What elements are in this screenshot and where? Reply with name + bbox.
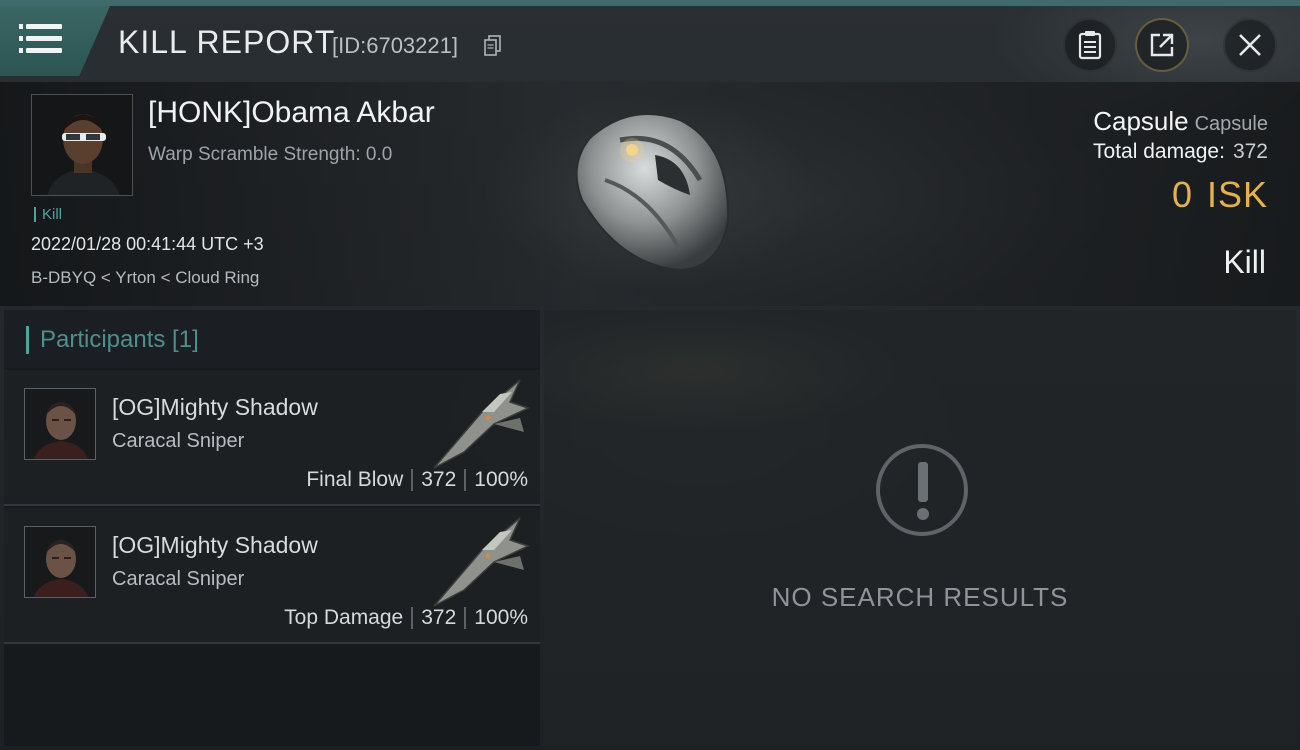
- menu-button[interactable]: [0, 6, 110, 76]
- caracal-ship-image: [433, 379, 531, 469]
- participant-avatar[interactable]: [24, 526, 96, 598]
- participant-role: Top Damage: [284, 606, 404, 629]
- ship-name: Capsule: [1093, 106, 1189, 136]
- share-icon: [1150, 33, 1174, 57]
- caracal-ship-image: [433, 517, 531, 607]
- participants-accent-bar: [26, 326, 29, 354]
- isk-value: 0 ISK: [1172, 174, 1268, 216]
- participant-percent: 100%: [474, 468, 528, 491]
- participant-ship: Caracal Sniper: [112, 568, 245, 590]
- participants-title: Participants [1]: [40, 326, 199, 353]
- victim-name[interactable]: [HONK]Obama Akbar: [148, 96, 435, 130]
- participant-avatar[interactable]: [24, 388, 96, 460]
- ship-class: Capsule: [1194, 113, 1268, 135]
- total-damage-value: 372: [1232, 140, 1268, 163]
- participants-panel: Participants [1] [OG]Mighty Shadow Carac…: [4, 310, 540, 746]
- page-title: KILL REPORT: [118, 24, 336, 60]
- isk-unit: ISK: [1206, 174, 1268, 215]
- participant-name: [OG]Mighty Shadow: [112, 532, 318, 558]
- stats-divider: [411, 607, 414, 630]
- top-accent-line: [0, 0, 1300, 6]
- total-damage: Total damage: 372: [1093, 140, 1268, 164]
- close-button[interactable]: [1223, 18, 1277, 72]
- participant-row[interactable]: [OG]Mighty Shadow Caracal Sniper Top Dam…: [4, 508, 540, 644]
- copy-icon[interactable]: [484, 35, 502, 57]
- capsule-ship-image: [575, 113, 730, 272]
- stats-divider: [464, 607, 467, 630]
- isk-amount: 0: [1171, 174, 1193, 215]
- report-id: [ID:6703221]: [332, 33, 458, 58]
- participant-stats: Final Blow 372 100%: [306, 468, 528, 492]
- participant-damage: 372: [421, 468, 457, 491]
- participant-row[interactable]: [OG]Mighty Shadow Caracal Sniper Final B…: [4, 370, 540, 506]
- victim-ship-type: Capsule Capsule: [1093, 106, 1268, 137]
- share-button[interactable]: [1135, 18, 1189, 72]
- hamburger-menu-icon: [19, 24, 62, 54]
- no-results-text: NO SEARCH RESULTS: [771, 582, 1069, 612]
- kill-datetime: 2022/01/28 00:41:44 UTC +3: [31, 234, 264, 254]
- victim-avatar[interactable]: [31, 94, 133, 196]
- total-damage-label: Total damage:: [1093, 140, 1225, 163]
- top-bar: KILL REPORT [ID:6703221]: [0, 0, 1300, 80]
- stats-divider: [464, 469, 467, 492]
- kill-location[interactable]: B-DBYQ < Yrton < Cloud Ring: [31, 268, 259, 288]
- participant-ship: Caracal Sniper: [112, 430, 245, 452]
- kill-tag: Kill: [34, 207, 62, 222]
- clipboard-button[interactable]: [1063, 18, 1117, 72]
- stats-divider: [411, 469, 414, 492]
- results-panel: NO SEARCH RESULTS: [544, 310, 1296, 746]
- participant-damage: 372: [421, 606, 457, 629]
- exclamation-icon: [876, 444, 968, 536]
- clipboard-icon: [1078, 31, 1102, 60]
- participant-percent: 100%: [474, 606, 528, 629]
- participant-name: [OG]Mighty Shadow: [112, 394, 318, 420]
- participants-header: Participants [1]: [4, 310, 540, 368]
- close-icon: [1239, 34, 1261, 56]
- warp-scramble-strength: Warp Scramble Strength: 0.0: [148, 144, 393, 165]
- victim-card: [HONK]Obama Akbar Warp Scramble Strength…: [0, 82, 1300, 306]
- participant-role: Final Blow: [306, 468, 404, 491]
- participant-stats: Top Damage 372 100%: [284, 606, 528, 630]
- result-label: Kill: [1223, 244, 1266, 280]
